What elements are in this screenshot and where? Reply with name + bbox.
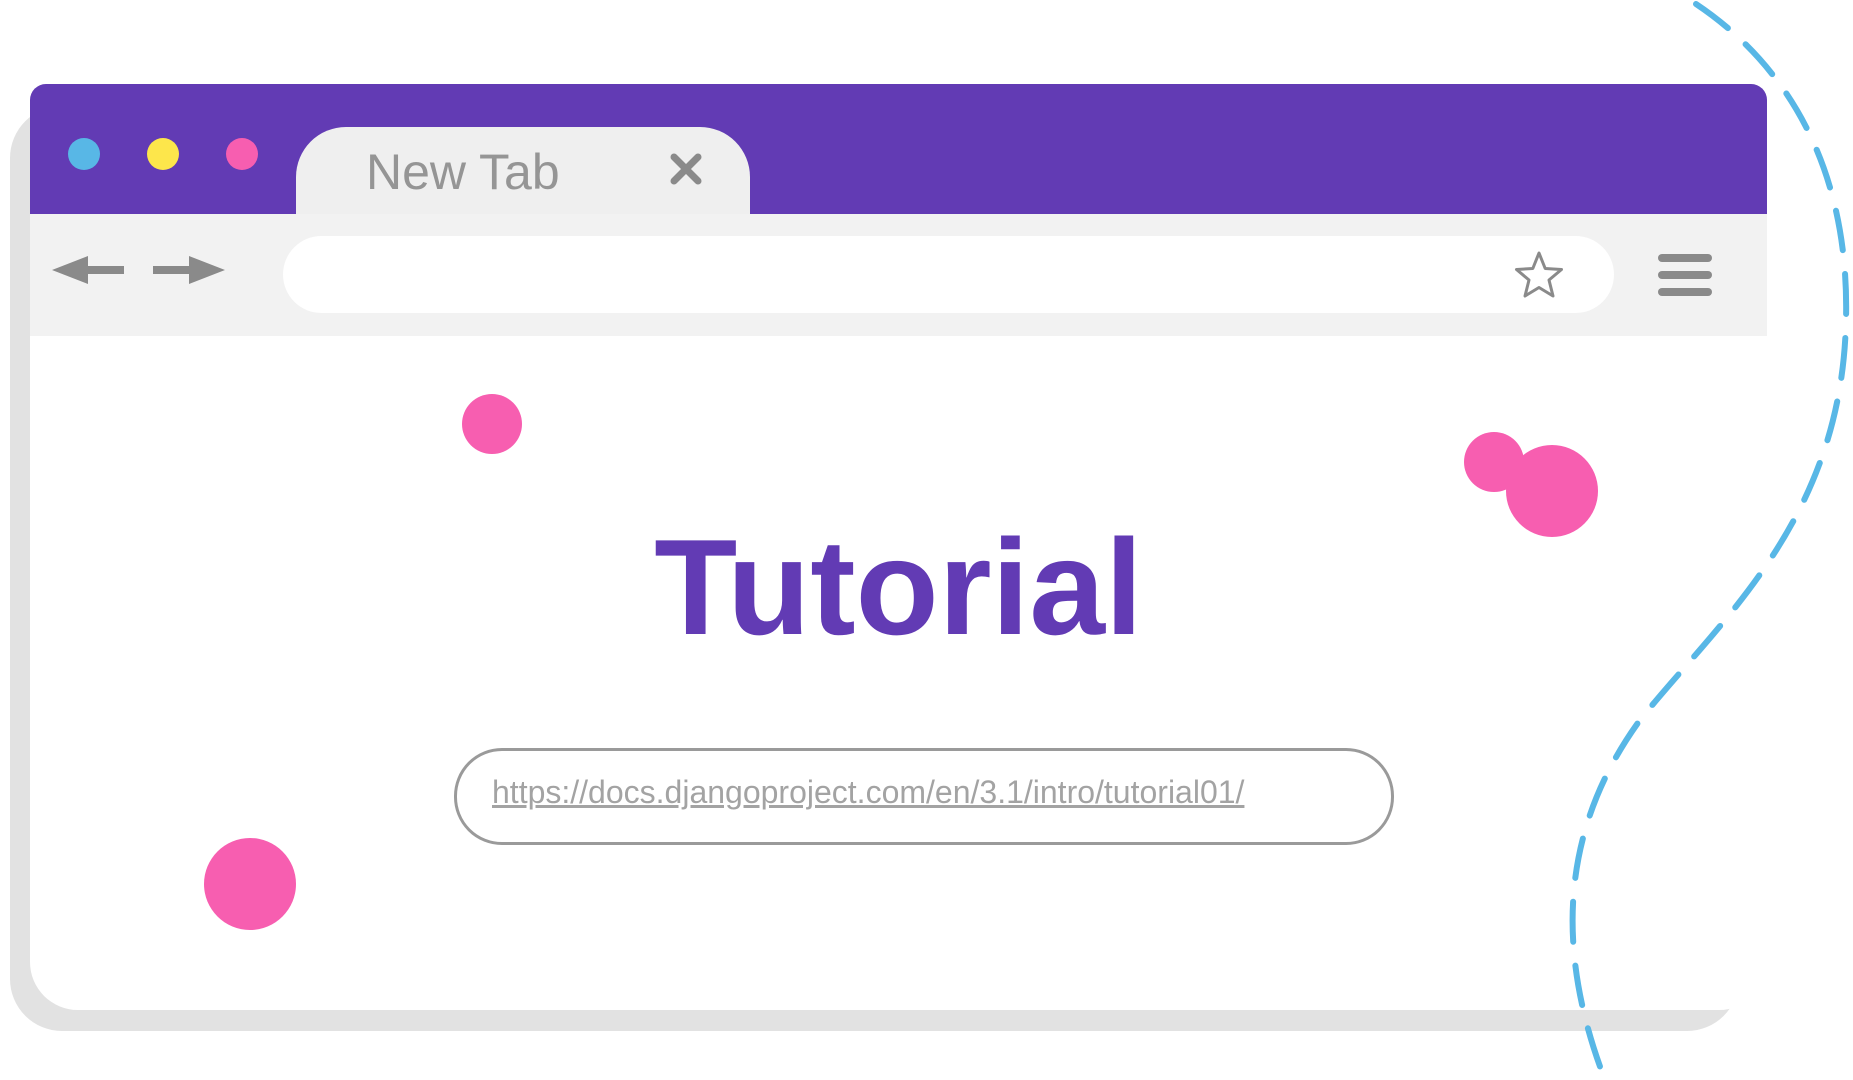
- browser-window: New Tab Tutorial https://docs.djangoproj…: [30, 84, 1767, 1010]
- arrow-left-icon[interactable]: [52, 250, 126, 290]
- arrow-right-icon[interactable]: [151, 250, 225, 290]
- hamburger-menu-icon[interactable]: [1658, 252, 1712, 298]
- close-icon[interactable]: [666, 149, 706, 189]
- browser-tab[interactable]: New Tab: [296, 127, 750, 214]
- star-icon[interactable]: [1514, 250, 1564, 300]
- stage: New Tab Tutorial https://docs.djangoproj…: [0, 0, 1853, 1080]
- tutorial-link[interactable]: https://docs.djangoproject.com/en/3.1/in…: [492, 774, 1244, 811]
- window-control-pink-dot[interactable]: [226, 138, 258, 170]
- title-bar: New Tab: [30, 84, 1767, 214]
- address-bar[interactable]: [283, 236, 1614, 313]
- tab-label: New Tab: [366, 144, 560, 200]
- toolbar: [30, 214, 1767, 336]
- link-pill[interactable]: https://docs.djangoproject.com/en/3.1/in…: [454, 748, 1394, 845]
- window-control-yellow-dot[interactable]: [147, 138, 179, 170]
- window-control-blue-dot[interactable]: [68, 138, 100, 170]
- page-title: Tutorial: [654, 511, 1143, 663]
